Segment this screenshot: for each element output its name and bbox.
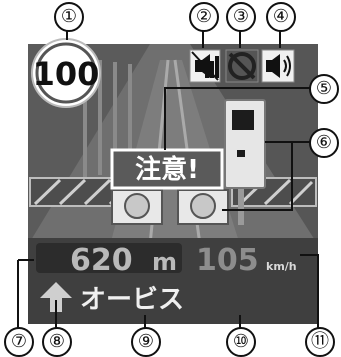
display-illustration: 注意! 100 620 m 105 km/h オービス	[17, 26, 319, 330]
callout-11: ⑪	[305, 327, 335, 357]
callout-1: ①	[54, 2, 84, 32]
speed-unit: km/h	[266, 260, 297, 273]
alert-label: オービス	[80, 285, 184, 315]
callout-2: ②	[189, 2, 219, 32]
callout-3: ③	[226, 2, 256, 32]
callout-8: ⑧	[42, 327, 72, 357]
gps-off-icon	[225, 49, 259, 83]
caution-label: 注意!	[135, 154, 199, 185]
distance-unit: m	[152, 248, 177, 276]
speed-value: 105	[196, 243, 259, 278]
callout-10: ⑩	[226, 327, 256, 357]
figure: 注意! 100 620 m 105 km/h オービス ① ② ③ ④ ⑤ ⑥ …	[0, 0, 341, 357]
speed-limit-value: 100	[33, 55, 100, 93]
speaker-volume-icon	[261, 49, 295, 83]
callout-7: ⑦	[4, 327, 34, 357]
callout-9: ⑨	[131, 327, 161, 357]
callout-5: ⑤	[309, 74, 339, 104]
distance-value: 620	[70, 243, 133, 278]
callout-6: ⑥	[309, 128, 339, 158]
callout-4: ④	[266, 2, 296, 32]
